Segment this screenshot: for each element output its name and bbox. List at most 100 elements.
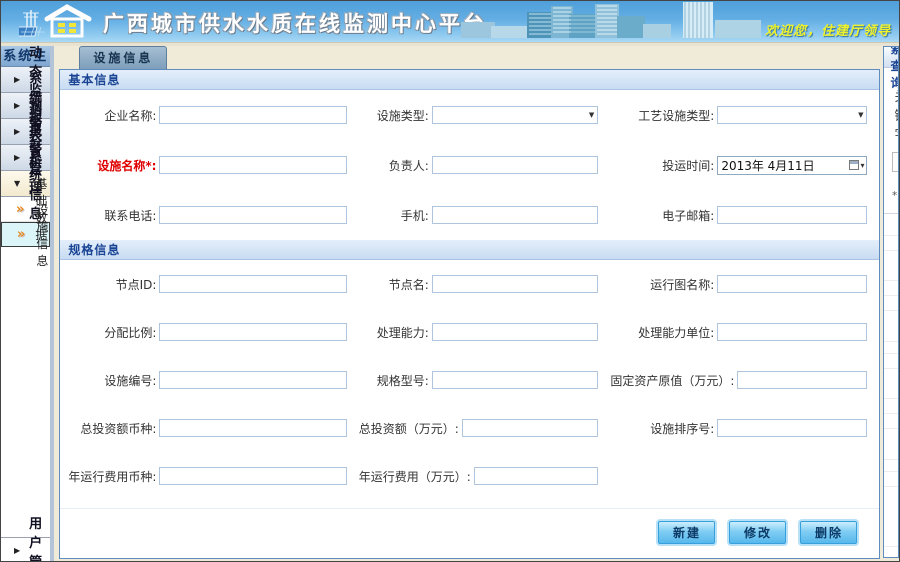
total-investment-input[interactable] [462,419,598,437]
tab-facility-info[interactable]: 设施信息 [79,46,167,69]
field-label: 总投资额（万元）: [359,420,459,437]
field-label: 年运行费用币种: [64,468,156,485]
person-in-charge-input[interactable] [432,156,599,174]
field-label: 企业名称: [64,107,156,124]
city-skyline-image [461,1,761,42]
calendar-icon[interactable]: ▾ [849,160,866,170]
tab-bar: 设施信息 [59,46,880,69]
result-row-empty [884,214,898,236]
annual-operating-cost-input[interactable] [474,467,598,485]
field-label: 处理能力单位: [610,324,714,341]
field-label: 规格型号: [359,372,429,389]
result-row-empty [884,342,898,354]
facility-name-input[interactable] [159,156,346,174]
field-label: 投运时间: [610,157,714,174]
keyword-input[interactable] [892,152,899,172]
field-label: 年运行费用（万元）: [359,468,471,485]
double-chevron-icon: » [16,202,24,217]
form-row: 联系电话: 手机: 电子邮箱: [60,190,879,240]
process-facility-type-select[interactable]: ▼ [717,106,867,124]
result-row-empty [884,369,898,399]
delete-button[interactable]: 删除 [800,521,857,544]
form-field-processing-capacity-unit: 处理能力单位: [610,323,869,341]
house-logo-icon [19,3,97,42]
section-header: 规格信息 [60,240,879,260]
form-field-annual-operating-cost: 年运行费用（万元）: [359,467,611,485]
search-results-list[interactable] [884,213,898,557]
spec-model-input[interactable] [432,371,599,389]
commissioning-date-picker[interactable]: 2013年 4月11日▾ [717,156,867,175]
result-row-empty [884,236,898,251]
result-row-empty [884,296,898,311]
total-investment-currency-input[interactable] [159,419,346,437]
email-input[interactable] [717,206,867,224]
contact-phone-input[interactable] [159,206,346,224]
chevron-right-icon: ▶ [14,101,20,110]
search-panel: 检索查询 关键字: *置空可查询所有 模糊查询 [883,46,899,558]
processing-capacity-input[interactable] [432,323,599,341]
node-name-input[interactable] [432,275,599,293]
annual-operating-cost-currency-input[interactable] [159,467,346,485]
field-label: 处理能力: [359,324,429,341]
fixed-asset-original-value-input[interactable] [737,371,867,389]
form-row: 设施编号:规格型号:固定资产原值（万元）: [60,356,879,404]
form-field-annual-operating-cost-currency: 年运行费用币种: [64,467,358,485]
sidebar-item-user-management[interactable]: ▶ 用户管理 [1,537,50,562]
page-title: 广西城市供水水质在线监测中心平台 [103,8,487,38]
field-label: 联系电话: [64,207,156,224]
result-row-empty [884,429,898,460]
form-row: 年运行费用币种: 年运行费用（万元）: [60,452,879,500]
operation-diagram-name-input[interactable] [717,275,867,293]
distribution-ratio-input[interactable] [159,323,346,341]
form-field-mobile: 手机: [359,206,611,224]
facility-number-input[interactable] [159,371,346,389]
result-row-empty [884,460,898,472]
facility-sort-number-input[interactable] [717,419,867,437]
chevron-right-icon: ▶ [14,127,20,136]
sidebar-menu: ▶动态监测▶系统报表▶预警分析▶报警管理▼系统信息»基础数据»设施信息 [1,67,50,247]
dropdown-arrow-icon: ▼ [855,111,866,119]
main-content: 设施信息 基本信息企业名称:设施类型:▼工艺设施类型:▼设施名称*:负责人:投运… [59,46,880,562]
form-field-node-id: 节点ID: [64,275,358,293]
field-label: 手机: [359,207,429,224]
form-field-total-investment-currency: 总投资额币种: [64,419,358,437]
field-label: 电子邮箱: [610,207,714,224]
chevron-right-icon: ▶ [14,75,20,84]
field-label: 负责人: [359,157,429,174]
form-row: 节点ID:节点名:运行图名称: [60,260,879,308]
form-field-total-investment: 总投资额（万元）: [359,419,611,437]
result-row-empty [884,414,898,429]
form-field-facility-number: 设施编号: [64,371,358,389]
field-label: 设施排序号: [610,420,714,437]
welcome-text: 欢迎您，住建厅领导 [765,20,891,39]
result-row-empty [884,399,898,414]
form-field-processing-capacity: 处理能力: [359,323,611,341]
create-button[interactable]: 新建 [658,521,715,544]
mobile-input[interactable] [432,206,599,224]
result-row-empty [884,354,898,369]
field-label: 设施类型: [359,107,429,124]
form-button-row: 新建修改删除 [60,508,879,558]
dropdown-arrow-icon: ▼ [586,111,597,119]
search-hint: *置空可查询所有 [892,188,899,203]
form-field-facility-name: 设施名称*: [64,156,358,174]
enterprise-name-input[interactable] [159,106,346,124]
field-label: 设施名称*: [64,157,156,174]
field-label: 运行图名称: [610,276,714,293]
form-row: 企业名称:设施类型:▼工艺设施类型:▼ [60,90,879,140]
field-label: 分配比例: [64,324,156,341]
node-id-input[interactable] [159,275,346,293]
result-row-empty [884,487,898,547]
search-form: 关键字: *置空可查询所有 模糊查询 [884,68,899,213]
double-chevron-icon: » [17,227,25,242]
processing-capacity-unit-input[interactable] [717,323,867,341]
modify-button[interactable]: 修改 [729,521,786,544]
facility-type-select[interactable]: ▼ [432,106,599,124]
form-sections: 基本信息企业名称:设施类型:▼工艺设施类型:▼设施名称*:负责人:投运时间:20… [60,70,879,500]
sidebar-subitem-label: 设施信息 [36,201,49,269]
sidebar-subitem[interactable]: »设施信息 [1,222,50,247]
field-label: 节点ID: [64,276,156,293]
form-field-email: 电子邮箱: [610,206,869,224]
form-field-operation-diagram-name: 运行图名称: [610,275,869,293]
form-field-distribution-ratio: 分配比例: [64,323,358,341]
